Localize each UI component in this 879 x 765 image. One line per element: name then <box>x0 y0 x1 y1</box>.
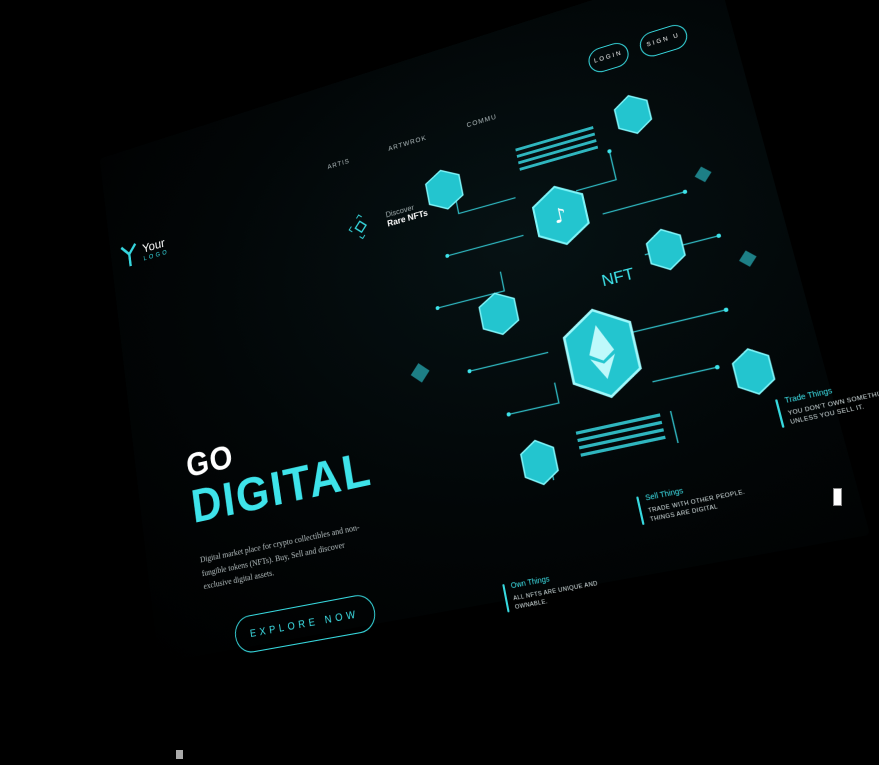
circuit-lines <box>417 118 770 496</box>
login-button[interactable]: LOGIN <box>586 39 632 76</box>
file-hex-icon <box>519 437 560 488</box>
feature-mark <box>502 583 510 613</box>
hero-description: Digital market place for crypto collecti… <box>199 521 361 592</box>
scroll-marker <box>833 488 842 506</box>
diamond-decor-icon <box>736 248 759 269</box>
corner-marker <box>176 750 183 759</box>
feature-own: Own Things ALL NFTS ARE UNIQUE AND OWNAB… <box>502 562 632 613</box>
diamond-decor-icon <box>692 164 714 185</box>
nft-label: NFT <box>600 265 636 291</box>
file-hex-icon <box>612 91 653 138</box>
file-hex-icon <box>730 345 777 398</box>
logo[interactable]: Your LOGO <box>120 233 170 271</box>
diamond-selector-icon <box>345 209 376 244</box>
file-hex-icon <box>424 166 465 214</box>
landing-page: Your LOGO ARTIS ARTWROK COMMU LOGIN SIGN… <box>99 0 879 664</box>
stage: Your LOGO ARTIS ARTWROK COMMU LOGIN SIGN… <box>0 0 879 765</box>
explore-now-button[interactable]: EXPLORE NOW <box>232 592 378 656</box>
nav-item-artists[interactable]: ARTIS <box>327 158 350 171</box>
dot-grid-bottom <box>575 413 666 457</box>
dot-grid-top <box>515 126 599 171</box>
feature-mark <box>636 496 645 526</box>
signup-button[interactable]: SIGN U <box>637 21 690 60</box>
logo-icon <box>120 242 140 271</box>
nft-circuit-illustration: ♪ NFT <box>409 50 825 536</box>
diamond-decor-icon <box>409 360 432 385</box>
lock-hex-icon <box>644 225 687 273</box>
